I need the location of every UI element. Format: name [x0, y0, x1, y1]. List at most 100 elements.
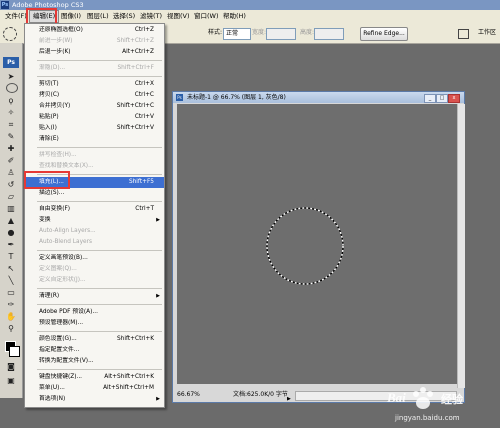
- edit-menu-item[interactable]: 前进一步(W) Shift+Ctrl+Z: [25, 36, 164, 47]
- menu-item-label: 拼写检查(H)...: [39, 152, 77, 158]
- clone-stamp-icon[interactable]: ♙: [4, 167, 18, 178]
- canvas[interactable]: [177, 104, 457, 384]
- menu-filter[interactable]: 滤镜(T): [137, 10, 165, 23]
- close-icon[interactable]: x: [448, 94, 460, 103]
- zoom-tool-icon[interactable]: ⚲: [4, 323, 18, 334]
- screen-mode-icon[interactable]: ▣: [4, 375, 18, 386]
- workspace-label[interactable]: 工作区: [478, 23, 496, 43]
- menu-item-label: 描边(S)...: [39, 190, 65, 196]
- edit-menu-item[interactable]: 定义图案(Q)...: [25, 264, 164, 275]
- zoom-level[interactable]: 66.67%: [177, 388, 200, 402]
- edit-menu-item[interactable]: 指定配置文件...: [25, 345, 164, 356]
- lasso-tool-icon[interactable]: ϙ: [4, 95, 18, 106]
- brush-tool-icon[interactable]: ✐: [4, 155, 18, 166]
- healing-brush-icon[interactable]: ✚: [4, 143, 18, 154]
- edit-menu-item[interactable]: 描边(S)...: [25, 188, 164, 199]
- menu-item-label: Adobe PDF 预设(A)...: [39, 309, 98, 315]
- menu-item-shortcut: Ctrl+V: [134, 114, 154, 120]
- menu-view[interactable]: 视图(V): [164, 10, 193, 23]
- edit-menu-item[interactable]: 后退一步(K) Alt+Ctrl+Z: [25, 47, 164, 58]
- menu-item-shortcut: Alt+Shift+Ctrl+K: [104, 374, 154, 380]
- edit-menu-item[interactable]: 首选项(N) ▶: [25, 394, 164, 405]
- width-field[interactable]: [266, 28, 296, 40]
- style-select[interactable]: 正常: [223, 28, 251, 40]
- edit-menu-item[interactable]: 剪切(T) Ctrl+X: [25, 79, 164, 90]
- menu-item-label: Auto-Align Layers...: [39, 228, 96, 234]
- edit-menu-item[interactable]: 粘贴(P) Ctrl+V: [25, 112, 164, 123]
- refine-edge-button[interactable]: Refine Edge...: [360, 27, 408, 41]
- brushes-palette-icon[interactable]: [458, 29, 469, 39]
- menu-separator: [37, 331, 162, 332]
- edit-menu-item[interactable]: 清理(R) ▶: [25, 291, 164, 302]
- menu-bar: 文件(F) 编辑(E) 图像(I) 图层(L) 选择(S) 滤镜(T) 视图(V…: [0, 10, 500, 24]
- edit-menu-item[interactable]: 颜色设置(G)... Shift+Ctrl+K: [25, 334, 164, 345]
- menu-image[interactable]: 图像(I): [58, 10, 84, 23]
- notes-tool-icon[interactable]: ▭: [4, 287, 18, 298]
- eraser-tool-icon[interactable]: ▱: [4, 191, 18, 202]
- ellipse-marquee-tool-icon[interactable]: [6, 83, 18, 93]
- maximize-icon[interactable]: □: [436, 94, 448, 103]
- document-info[interactable]: 文档:625.0K/0 字节: [233, 388, 288, 402]
- path-selection-icon[interactable]: ↖: [4, 263, 18, 274]
- edit-menu-item[interactable]: 贴入(I) Shift+Ctrl+V: [25, 123, 164, 134]
- edit-menu-item[interactable]: 定义画笔预设(B)...: [25, 253, 164, 264]
- edit-menu-item[interactable]: 键盘快捷键(Z)... Alt+Shift+Ctrl+K: [25, 372, 164, 383]
- menu-select[interactable]: 选择(S): [110, 10, 138, 23]
- minimize-icon[interactable]: _: [424, 94, 436, 103]
- quick-mask-icon[interactable]: ◙: [4, 361, 18, 372]
- edit-menu-item[interactable]: 自由变换(F) Ctrl+T: [25, 204, 164, 215]
- type-tool-icon[interactable]: T: [4, 251, 18, 262]
- menu-separator: [37, 288, 162, 289]
- menu-item-label: 定义画笔预设(B)...: [39, 255, 88, 261]
- blur-tool-icon[interactable]: ▲: [4, 215, 18, 226]
- move-tool-icon[interactable]: ➤: [4, 71, 18, 82]
- crop-tool-icon[interactable]: ⌗: [4, 119, 18, 130]
- edit-menu-item[interactable]: Auto-Blend Layers: [25, 237, 164, 248]
- menu-item-label: 拷贝(C): [39, 92, 60, 98]
- history-brush-icon[interactable]: ↺: [4, 179, 18, 190]
- ps-logo-icon: Ps: [3, 57, 19, 68]
- menu-item-label: 指定配置文件...: [39, 347, 80, 353]
- menu-window[interactable]: 窗口(W): [191, 10, 222, 23]
- eyedropper-tool-icon[interactable]: ✑: [4, 299, 18, 310]
- line-tool-icon[interactable]: ╲: [4, 275, 18, 286]
- edit-menu-item[interactable]: 预设管理器(M)...: [25, 318, 164, 329]
- width-label: 宽度:: [252, 29, 267, 36]
- menu-item-label: 转换为配置文件(V)...: [39, 358, 94, 364]
- height-field[interactable]: [314, 28, 344, 40]
- edit-menu-item[interactable]: 清除(E): [25, 134, 164, 145]
- background-color-swatch[interactable]: [9, 346, 20, 357]
- edit-menu-item[interactable]: 渐隐(D)... Shift+Ctrl+F: [25, 63, 164, 74]
- menu-item-shortcut: Ctrl+X: [134, 81, 154, 87]
- watermark-brand: Bai: [387, 390, 406, 405]
- menu-item-shortcut: Shift+Ctrl+K: [116, 336, 154, 342]
- menu-item-shortcut: Shift+Ctrl+V: [116, 125, 154, 131]
- edit-menu-item[interactable]: 变换 ▶: [25, 215, 164, 226]
- edit-menu-item[interactable]: 还原椭圆选框(O) Ctrl+Z: [25, 25, 164, 36]
- menu-item-label: 变换: [39, 217, 51, 223]
- menu-help[interactable]: 帮助(H): [220, 10, 249, 23]
- edit-menu-item[interactable]: 定义自定形状(J)...: [25, 275, 164, 286]
- menu-item-shortcut: Shift+Ctrl+Z: [116, 38, 154, 44]
- menu-item-label: 清除(E): [39, 136, 59, 142]
- vertical-scrollbar[interactable]: [457, 104, 465, 388]
- edit-menu-item[interactable]: 拼写检查(H)...: [25, 150, 164, 161]
- edit-menu-item[interactable]: 合并拷贝(Y) Shift+Ctrl+C: [25, 101, 164, 112]
- dodge-tool-icon[interactable]: ●: [4, 227, 18, 238]
- slice-tool-icon[interactable]: ✎: [4, 131, 18, 142]
- ellipse-marquee-icon[interactable]: [3, 27, 17, 41]
- ps-document-icon: Ps: [176, 94, 183, 101]
- edit-menu-item[interactable]: 转换为配置文件(V)...: [25, 356, 164, 367]
- gradient-tool-icon[interactable]: ▥: [4, 203, 18, 214]
- menu-item-label: 粘贴(P): [39, 114, 59, 120]
- edit-menu-item[interactable]: 拷贝(C) Ctrl+C: [25, 90, 164, 101]
- menu-layer[interactable]: 图层(L): [84, 10, 112, 23]
- edit-menu-item[interactable]: Auto-Align Layers...: [25, 226, 164, 237]
- magic-wand-tool-icon[interactable]: ✧: [4, 107, 18, 118]
- edit-menu-item[interactable]: 菜单(U)... Alt+Shift+Ctrl+M: [25, 383, 164, 394]
- info-arrow-icon[interactable]: ▶: [287, 392, 291, 406]
- hand-tool-icon[interactable]: ✋: [4, 311, 18, 322]
- pen-tool-icon[interactable]: ✒: [4, 239, 18, 250]
- edit-menu-item[interactable]: Adobe PDF 预设(A)...: [25, 307, 164, 318]
- menu-item-shortcut: Alt+Shift+Ctrl+M: [103, 385, 154, 391]
